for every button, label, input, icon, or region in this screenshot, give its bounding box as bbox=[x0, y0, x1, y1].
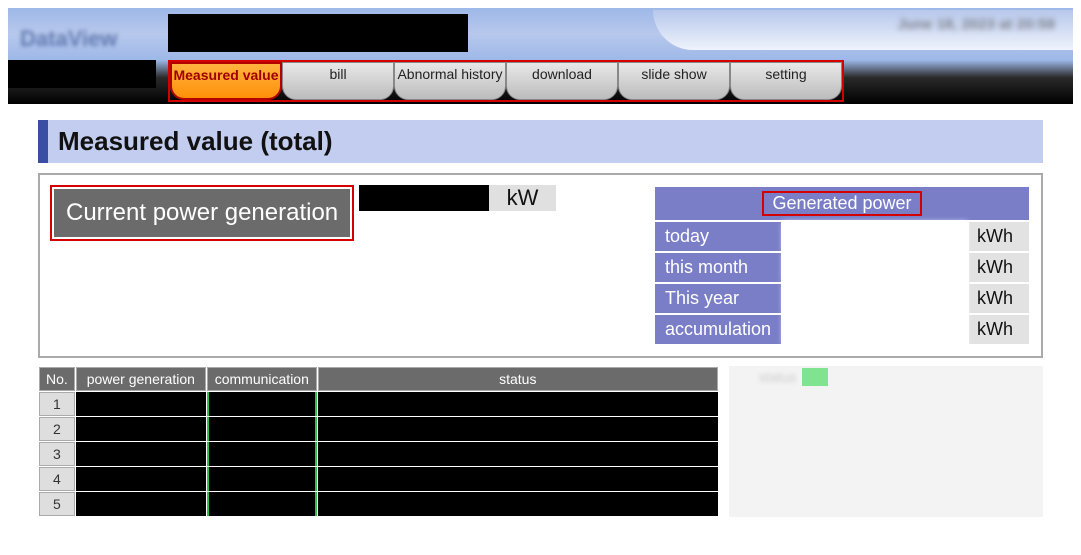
gen-row-month: this month kWh bbox=[655, 253, 1029, 282]
aux-badge: status bbox=[759, 368, 828, 386]
col-communication: communication bbox=[207, 367, 317, 391]
status-header-row: No. power generation communication statu… bbox=[39, 367, 718, 391]
gen-unit: kWh bbox=[969, 253, 1029, 282]
cell-status bbox=[318, 417, 718, 441]
gen-row-today: today kWh bbox=[655, 222, 1029, 251]
gen-label: this month bbox=[655, 253, 781, 282]
cell-status bbox=[318, 442, 718, 466]
current-gen-label: Current power generation bbox=[54, 189, 350, 237]
gen-unit: kWh bbox=[969, 222, 1029, 251]
cell-pg bbox=[76, 492, 206, 516]
header-redacted-block bbox=[168, 14, 468, 52]
tab-abnormal-history[interactable]: Abnormal history bbox=[394, 62, 506, 100]
current-gen-unit: kW bbox=[489, 185, 557, 211]
gen-label: This year bbox=[655, 284, 781, 313]
page-title: Measured value (total) bbox=[58, 126, 333, 157]
gen-value bbox=[783, 222, 967, 251]
page-title-row: Measured value (total) bbox=[38, 120, 1043, 163]
header-band: DataView June 18, 2023 at 20:59 bbox=[8, 8, 1073, 60]
current-gen-value-block: kW bbox=[359, 185, 557, 211]
aux-label: status bbox=[759, 369, 796, 385]
gen-row-year: This year kWh bbox=[655, 284, 1029, 313]
header-right: June 18, 2023 at 20:59 bbox=[653, 10, 1073, 50]
aux-panel: status bbox=[729, 366, 1043, 517]
tab-measured-value[interactable]: Measured value bbox=[170, 62, 282, 100]
header-date: June 18, 2023 at 20:59 bbox=[897, 16, 1055, 33]
cell-pg bbox=[76, 467, 206, 491]
cell-pg bbox=[76, 392, 206, 416]
cell-pg bbox=[76, 442, 206, 466]
cell-comm bbox=[207, 392, 317, 416]
cell-comm bbox=[207, 492, 317, 516]
row-no: 4 bbox=[39, 467, 75, 491]
cell-status bbox=[318, 492, 718, 516]
table-row: 2 bbox=[39, 417, 718, 441]
table-row: 4 bbox=[39, 467, 718, 491]
table-row: 3 bbox=[39, 442, 718, 466]
gen-value bbox=[783, 284, 967, 313]
panels-row: Current power generation kW Generated po… bbox=[38, 173, 1043, 358]
cell-status bbox=[318, 392, 718, 416]
gen-unit: kWh bbox=[969, 284, 1029, 313]
nav-row: Measured value bill Abnormal history dow… bbox=[8, 60, 1073, 104]
col-power-generation: power generation bbox=[76, 367, 206, 391]
gen-label: accumulation bbox=[655, 315, 781, 344]
current-gen-row: Current power generation bbox=[54, 189, 350, 237]
gen-label: today bbox=[655, 222, 781, 251]
generated-power-panel: Generated power today kWh this month kWh… bbox=[653, 185, 1031, 346]
app-logo: DataView bbox=[20, 26, 117, 52]
generated-power-header-cell: Generated power bbox=[655, 187, 1029, 220]
col-status: status bbox=[318, 367, 718, 391]
generated-power-table: Generated power today kWh this month kWh… bbox=[653, 185, 1031, 346]
current-generation-panel: Current power generation kW bbox=[50, 185, 653, 346]
status-table: No. power generation communication statu… bbox=[38, 366, 719, 517]
tabs-container: Measured value bill Abnormal history dow… bbox=[168, 60, 844, 102]
tab-bill[interactable]: bill bbox=[282, 62, 394, 100]
tab-slide-show[interactable]: slide show bbox=[618, 62, 730, 100]
row-no: 3 bbox=[39, 442, 75, 466]
aux-status-indicator bbox=[802, 368, 828, 386]
table-row: 1 bbox=[39, 392, 718, 416]
row-no: 5 bbox=[39, 492, 75, 516]
generated-power-header: Generated power bbox=[762, 191, 921, 216]
cell-status bbox=[318, 467, 718, 491]
gen-row-accumulation: accumulation kWh bbox=[655, 315, 1029, 344]
nav-redacted-block bbox=[8, 60, 156, 88]
gen-value bbox=[783, 253, 967, 282]
cell-comm bbox=[207, 467, 317, 491]
cell-comm bbox=[207, 417, 317, 441]
cell-comm bbox=[207, 442, 317, 466]
row-no: 2 bbox=[39, 417, 75, 441]
row-no: 1 bbox=[39, 392, 75, 416]
gen-value bbox=[783, 315, 967, 344]
current-gen-value bbox=[359, 185, 489, 211]
bottom-wrap: No. power generation communication statu… bbox=[38, 366, 1043, 517]
cell-pg bbox=[76, 417, 206, 441]
table-row: 5 bbox=[39, 492, 718, 516]
col-no: No. bbox=[39, 367, 75, 391]
tab-download[interactable]: download bbox=[506, 62, 618, 100]
app-frame: DataView June 18, 2023 at 20:59 Measured… bbox=[0, 0, 1081, 555]
current-gen-highlight: Current power generation bbox=[50, 185, 354, 241]
tab-setting[interactable]: setting bbox=[730, 62, 842, 100]
gen-unit: kWh bbox=[969, 315, 1029, 344]
